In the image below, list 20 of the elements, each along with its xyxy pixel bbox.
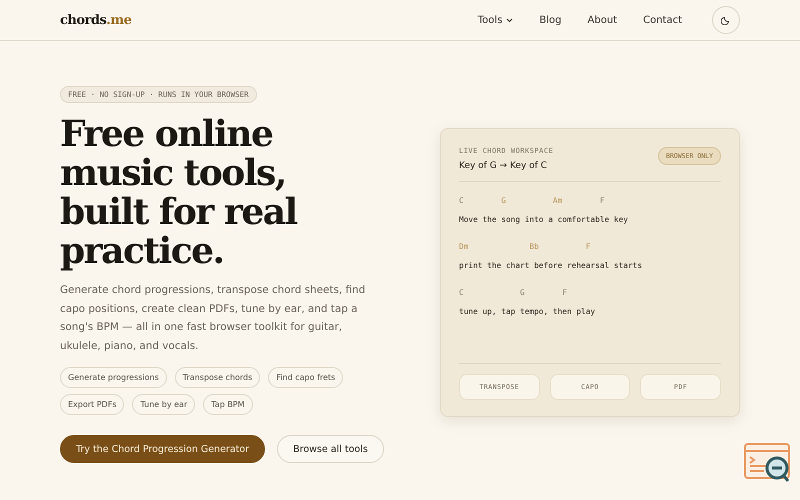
secondary-button[interactable]: Browse all tools <box>277 435 384 463</box>
nav-link[interactable]: Tools <box>478 14 514 26</box>
feature-chip: Transpose chords <box>174 367 260 388</box>
logo[interactable]: chords.me <box>60 12 132 28</box>
feature-chip: Export PDFs <box>60 394 124 415</box>
feature-chip: Tap BPM <box>203 394 253 415</box>
hero-description: Generate chord progressions, transpose chord sheets, find capo positions, create clean PDFs, tune by ear, and tap a song's BPM — all in one fast browser toolkit for guitar, ukulele, piano, and vocals. <box>60 283 366 354</box>
search-window-icon[interactable] <box>744 442 792 484</box>
key-change: Key of G → Key of C <box>459 161 548 171</box>
feature-chip: Tune by ear <box>132 394 196 415</box>
feature-chip: Find capo frets <box>268 367 344 388</box>
nav-link[interactable]: Contact <box>643 14 682 26</box>
moon-icon <box>721 15 731 25</box>
nav-link[interactable]: Blog <box>539 14 562 26</box>
nav-link[interactable]: About <box>588 14 618 26</box>
primary-button[interactable]: Try the Chord Progression Generator <box>60 435 266 463</box>
feature-chip: Generate progressions <box>60 367 167 388</box>
theme-toggle-button[interactable] <box>712 6 740 34</box>
chevron-down-icon <box>506 18 514 22</box>
hero-title: Free online music tools, built for real practice. <box>60 115 298 271</box>
